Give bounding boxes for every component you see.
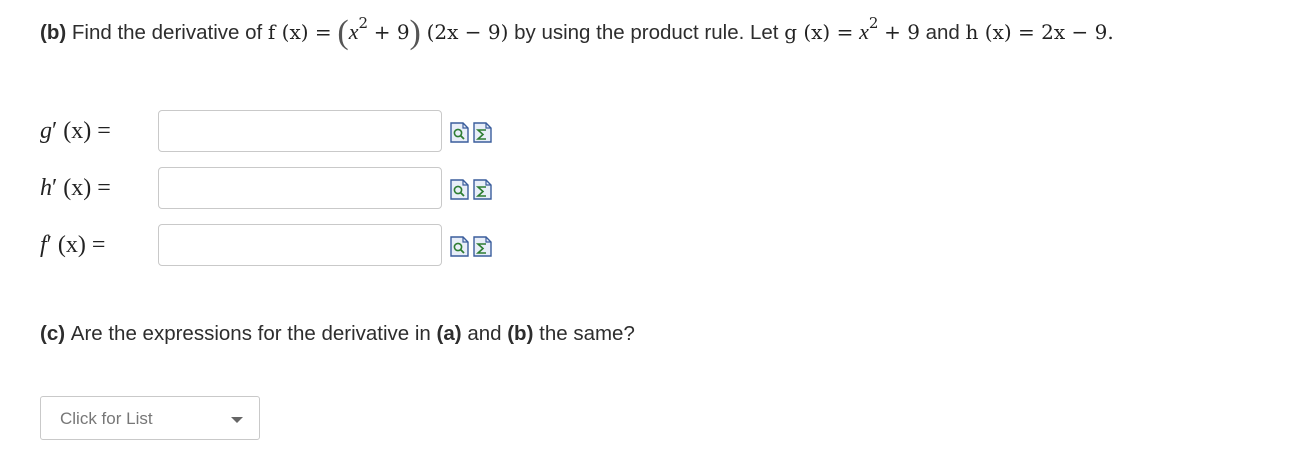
g-def-rest: + 9: [884, 20, 920, 44]
expr-sup: 2: [358, 14, 368, 32]
g-def-sup: 2: [868, 14, 879, 32]
part-b-question: (b) Find the derivative of f (x) = ( x2 …: [40, 10, 1114, 51]
equation-editor-icon[interactable]: [473, 179, 492, 200]
paren-close: ): [409, 14, 421, 51]
paren-open: (: [337, 14, 349, 51]
part-c-and: and: [467, 322, 502, 345]
and-text: and: [925, 21, 960, 44]
expr-second-factor: (2x − 9): [426, 20, 509, 44]
f-prime-input[interactable]: [158, 224, 442, 266]
h-prime-input[interactable]: [158, 167, 442, 209]
part-c-label: (c): [40, 322, 66, 345]
answer-row-g-prime: g′ (x) =: [40, 110, 510, 156]
f-prime-label: f′ (x) =: [40, 232, 106, 258]
part-c-text-1: Are the expressions for the derivative i…: [70, 322, 431, 345]
answer-dropdown[interactable]: Click for List: [40, 396, 260, 440]
part-b-text-1: Find the derivative of: [71, 21, 263, 44]
part-a-ref: (a): [436, 322, 462, 345]
g-prime-input[interactable]: [158, 110, 442, 152]
part-b-label: (b): [40, 21, 67, 44]
g-def-x: x: [859, 19, 869, 44]
equation-editor-icon[interactable]: [473, 122, 492, 143]
part-b-text-2: by using the product rule. Let: [514, 21, 779, 44]
expr-plus9: + 9: [373, 20, 410, 44]
h-prime-label: h′ (x) =: [40, 175, 111, 201]
h-def: h (x) = 2x − 9.: [965, 20, 1114, 44]
g-def-lhs: g (x) =: [784, 20, 854, 44]
f-of-x: f (x) =: [267, 20, 332, 44]
caret-down-icon: [231, 417, 243, 423]
dropdown-selected-text: Click for List: [60, 409, 153, 428]
part-c-text-2: the same?: [539, 322, 635, 345]
preview-icon[interactable]: [450, 122, 469, 143]
equation-editor-icon[interactable]: [473, 236, 492, 257]
answer-row-f-prime: f′ (x) =: [40, 224, 510, 270]
g-prime-label: g′ (x) =: [40, 118, 111, 144]
preview-icon[interactable]: [450, 179, 469, 200]
preview-icon[interactable]: [450, 236, 469, 257]
part-c-question: (c) Are the expressions for the derivati…: [40, 322, 635, 346]
answer-row-h-prime: h′ (x) =: [40, 167, 510, 213]
expr-x: x: [348, 19, 359, 44]
part-b-ref: (b): [507, 322, 534, 345]
